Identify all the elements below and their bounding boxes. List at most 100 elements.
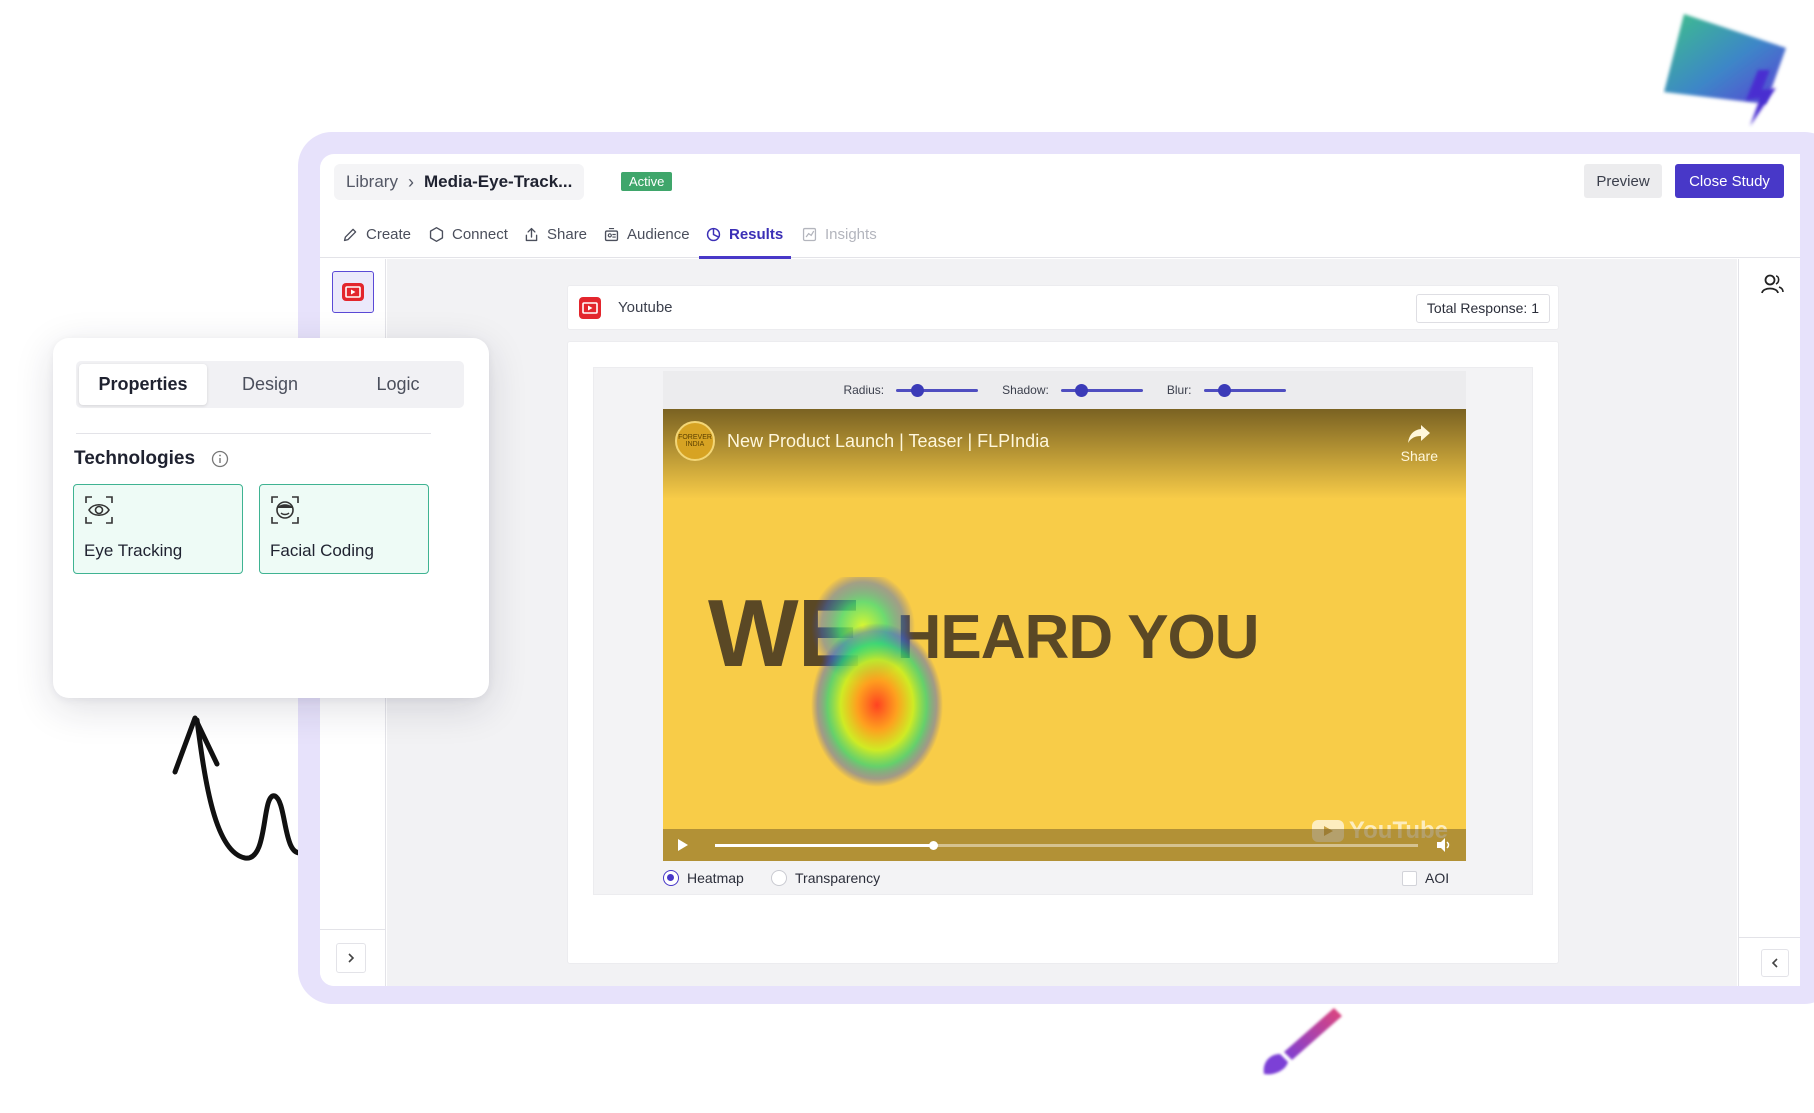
- eye-tracking-icon: [85, 496, 113, 524]
- total-response-badge: Total Response: 1: [1415, 294, 1550, 323]
- respondents-icon[interactable]: [1761, 273, 1785, 295]
- radius-slider[interactable]: [896, 383, 979, 397]
- video-control-bar: [663, 829, 1466, 861]
- share-icon: [525, 227, 538, 241]
- preview-button[interactable]: Preview: [1584, 164, 1662, 198]
- topbar: Library › Media-Eye-Track... Active Prev…: [320, 154, 1800, 210]
- blur-slider[interactable]: [1203, 383, 1286, 397]
- study-tabs: Create Connect Share Audience Results In…: [320, 210, 1800, 259]
- shadow-control: Shadow:: [1002, 383, 1143, 397]
- brush-decoration-icon: [1263, 1008, 1342, 1075]
- panel-segmented-tabs: Properties Design Logic: [76, 361, 464, 408]
- video-progress-fill: [715, 844, 933, 847]
- transparency-option[interactable]: Transparency: [771, 870, 880, 886]
- aoi-label: AOI: [1425, 870, 1450, 886]
- youtube-media-block[interactable]: [332, 271, 374, 313]
- heatmap-controls: Radius: Shadow: Blur:: [663, 371, 1466, 409]
- video-progress-handle[interactable]: [928, 841, 938, 850]
- share-arrow-icon: [1408, 425, 1431, 443]
- tab-results[interactable]: Results: [698, 210, 792, 259]
- chevron-left-icon: [1771, 958, 1778, 968]
- insights-icon: [802, 227, 817, 241]
- video-title[interactable]: New Product Launch | Teaser | FLPIndia: [727, 431, 1049, 452]
- status-badge: Active: [621, 172, 673, 191]
- tab-audience[interactable]: Audience: [603, 210, 690, 258]
- tab-label: Share: [547, 225, 588, 243]
- heatmap-option[interactable]: Heatmap: [663, 870, 744, 886]
- panel-divider: [76, 433, 431, 434]
- shadow-slider-knob[interactable]: [1075, 383, 1089, 397]
- transparency-label: Transparency: [795, 870, 881, 886]
- video-progress-bar[interactable]: [715, 841, 1418, 850]
- arrow-scribble-decoration: [172, 715, 315, 861]
- heatmap-radio[interactable]: [663, 870, 679, 886]
- tab-properties[interactable]: Properties: [79, 364, 207, 405]
- media-title: Youtube: [618, 299, 673, 316]
- gaze-heatmap-overlay: [811, 577, 943, 787]
- eye-tracking-card[interactable]: Eye Tracking: [73, 484, 243, 574]
- rail-divider: [1739, 937, 1800, 938]
- youtube-icon: [579, 297, 601, 319]
- facial-coding-card[interactable]: Facial Coding: [259, 484, 429, 574]
- expand-panel-button[interactable]: [336, 943, 366, 973]
- chevron-right-icon: ›: [407, 171, 414, 192]
- aoi-checkbox[interactable]: [1402, 870, 1417, 886]
- share-label: Share: [1400, 448, 1438, 464]
- tab-label: Connect: [452, 225, 508, 243]
- tab-insights: Insights: [801, 210, 877, 258]
- heatmap-label: Heatmap: [687, 870, 744, 886]
- properties-panel: Properties Design Logic Technologies Eye…: [53, 338, 489, 698]
- aoi-option[interactable]: AOI: [1402, 870, 1449, 886]
- tab-design[interactable]: Design: [206, 364, 334, 405]
- tab-label: Insights: [825, 225, 877, 243]
- breadcrumb: Library › Media-Eye-Track...: [334, 164, 585, 200]
- pie-chart-icon: [706, 227, 721, 241]
- hexagon-icon: [429, 226, 444, 242]
- audience-icon: [604, 227, 619, 241]
- media-header: Youtube Total Response: 1: [567, 285, 1559, 330]
- technologies-title: Technologies: [74, 448, 196, 469]
- play-icon[interactable]: [677, 838, 689, 852]
- tab-label: Create: [366, 225, 412, 243]
- transparency-radio[interactable]: [771, 870, 787, 886]
- pencil-icon: [343, 228, 357, 241]
- radius-slider-knob[interactable]: [910, 383, 924, 397]
- blur-label: Blur:: [1166, 383, 1192, 397]
- rail-divider: [320, 929, 385, 930]
- channel-logo[interactable]: FOREVER INDIA: [675, 421, 715, 461]
- heatmap-options: Heatmap Transparency AOI: [663, 868, 1466, 892]
- marketing-stage: Library › Media-Eye-Track... Active Prev…: [0, 0, 1814, 1113]
- shadow-label: Shadow:: [1002, 383, 1049, 397]
- youtube-icon: [342, 283, 364, 301]
- media-result-card: Radius: Shadow: Blur: FOREVER INDIA New …: [567, 341, 1559, 964]
- eye-tracking-label: Eye Tracking: [84, 541, 183, 560]
- collapse-panel-button[interactable]: [1761, 949, 1789, 977]
- facial-coding-label: Facial Coding: [270, 541, 374, 560]
- blur-control: Blur:: [1167, 383, 1286, 397]
- tab-share[interactable]: Share: [523, 210, 587, 258]
- right-rail: [1738, 259, 1800, 986]
- technologies-heading: Technologies: [74, 436, 229, 482]
- results-canvas: Youtube Total Response: 1 Radius: Shadow…: [387, 259, 1737, 986]
- tab-label: Audience: [627, 225, 690, 243]
- tab-logic[interactable]: Logic: [334, 364, 462, 405]
- shadow-slider[interactable]: [1060, 383, 1143, 397]
- tab-connect[interactable]: Connect: [428, 210, 508, 258]
- close-study-button[interactable]: Close Study: [1675, 164, 1784, 198]
- heatmap-viewer: Radius: Shadow: Blur: FOREVER INDIA New …: [593, 367, 1533, 895]
- video-share-button[interactable]: Share: [1401, 423, 1438, 464]
- tab-label: Results: [729, 225, 784, 243]
- blur-slider-knob[interactable]: [1218, 383, 1232, 397]
- youtube-video-player[interactable]: FOREVER INDIA New Product Launch | Tease…: [663, 409, 1466, 861]
- tab-create[interactable]: Create: [342, 210, 411, 258]
- facial-coding-icon: [271, 496, 299, 524]
- radius-control: Radius:: [843, 383, 979, 397]
- chevron-right-icon: [348, 953, 355, 963]
- breadcrumb-library-link[interactable]: Library: [346, 172, 398, 192]
- info-icon[interactable]: [211, 450, 229, 468]
- video-headline: WE HEARD YOU: [708, 579, 1260, 689]
- breadcrumb-current-study: Media-Eye-Track...: [423, 172, 573, 191]
- app-window: Library › Media-Eye-Track... Active Prev…: [320, 154, 1800, 986]
- volume-icon[interactable]: [1436, 837, 1452, 853]
- video-top-shade: [663, 409, 1466, 499]
